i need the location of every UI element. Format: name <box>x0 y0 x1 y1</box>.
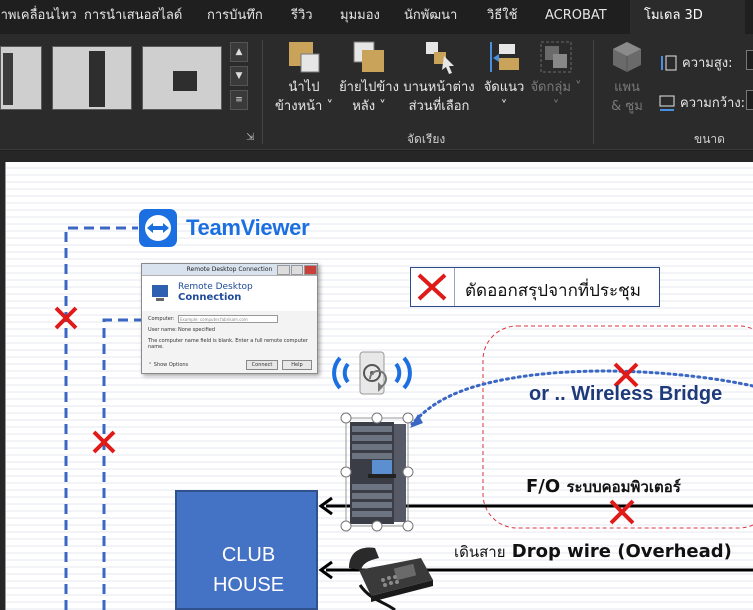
rotate-handle-icon[interactable] <box>365 366 391 392</box>
teamviewer-label: TeamViewer <box>186 215 310 240</box>
server-rack-icon <box>340 412 414 532</box>
teamviewer-icon <box>139 209 177 247</box>
cross-icon <box>609 499 635 525</box>
monitor-icon <box>152 285 168 301</box>
show-options: ⌃ Show Options <box>148 362 189 368</box>
legend-text: ตัดออกสรุปจากที่ประชุม <box>465 281 641 301</box>
fo-label: F/O ระบบคอมพิวเตอร์ <box>526 476 681 497</box>
rdc-dashed-link[interactable] <box>102 318 141 610</box>
legend-box[interactable]: ตัดออกสรุปจากที่ประชุม <box>410 267 660 307</box>
teamviewer-dashed-link[interactable] <box>64 226 138 610</box>
rdc-header: Remote Desktop Connection <box>142 276 317 311</box>
dropwire-label: เดินสาย Drop wire (Overhead) <box>454 541 732 562</box>
telephone-icon <box>349 547 433 602</box>
club-house-box[interactable]: CLUB HOUSE <box>175 490 318 610</box>
wireless-bridge-label: or .. Wireless Bridge <box>529 383 723 405</box>
cross-icon <box>92 430 116 454</box>
cross-icon <box>417 268 455 306</box>
telephone-image[interactable] <box>345 540 435 602</box>
cross-icon <box>54 306 78 330</box>
rdc-window-controls <box>277 265 318 275</box>
teamviewer-logo[interactable]: TeamViewer <box>138 208 323 248</box>
rdc-window-image[interactable]: Remote Desktop Connection Remote Desktop… <box>141 263 318 374</box>
server-rack-image[interactable] <box>338 410 416 534</box>
